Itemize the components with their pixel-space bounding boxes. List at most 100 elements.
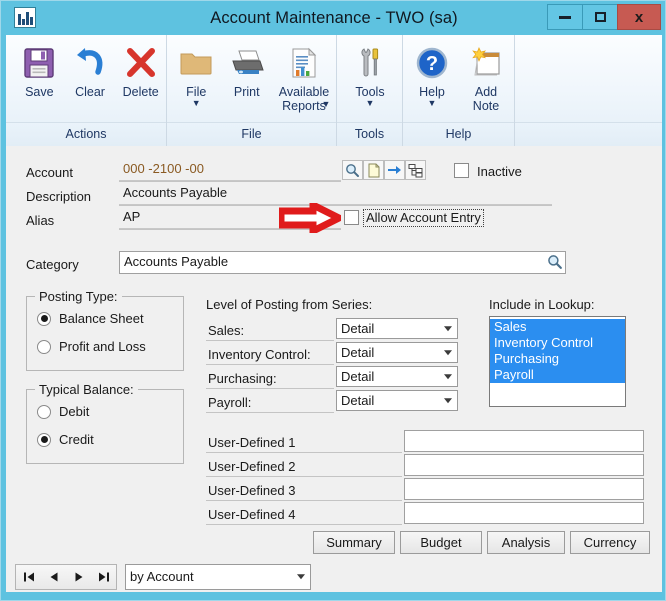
user-defined-4-input[interactable] [404, 502, 644, 524]
purchasing-label: Purchasing: [208, 371, 277, 386]
summary-button-label: Summary [326, 535, 382, 550]
currency-button[interactable]: Currency [570, 531, 650, 554]
typical-balance-option-credit[interactable]: Credit [37, 432, 94, 447]
available-reports-button[interactable]: Available Reports ▼ [272, 40, 336, 118]
note-window-star-icon [469, 42, 503, 84]
sales-label: Sales: [208, 323, 245, 338]
description-label: Description [26, 189, 92, 204]
ribbon-group-label-file: File [167, 122, 336, 146]
sort-by-value: by Account [130, 569, 194, 584]
clear-button[interactable]: Clear [65, 40, 116, 118]
nav-previous-record-icon[interactable] [43, 566, 65, 588]
alias-input[interactable]: AP [119, 207, 341, 229]
budget-button[interactable]: Budget [400, 531, 482, 554]
payroll-posting-level-select[interactable]: Detail [336, 390, 458, 411]
allow-account-entry-label: Allow Account Entry [363, 209, 484, 227]
user-defined-3-input[interactable] [404, 478, 644, 500]
printer-icon [228, 42, 266, 84]
posting-type-option-profit-and-loss[interactable]: Profit and Loss [37, 339, 146, 354]
posting-type-legend: Posting Type: [35, 289, 122, 304]
radio-debit[interactable] [37, 404, 51, 419]
folder-file-icon [178, 42, 214, 84]
include-in-lookup-title: Include in Lookup: [489, 297, 595, 312]
ribbon-group-label-tools: Tools [337, 122, 402, 146]
file-menu-button[interactable]: File ▼ [171, 40, 222, 118]
typical-balance-legend: Typical Balance: [35, 382, 138, 397]
ribbon-group-label-empty [515, 122, 662, 146]
posting-type-group: Posting Type: Balance Sheet Profit and L… [26, 289, 184, 371]
allow-account-entry-checkbox[interactable] [344, 210, 359, 225]
add-note-label: Add Note [472, 85, 500, 113]
nav-last-record-icon[interactable] [93, 566, 115, 588]
red-x-delete-icon [123, 42, 159, 84]
form-body: Account 000 -2100 -00 Inactive Descripti… [6, 146, 662, 594]
category-lookup-magnifier-icon[interactable] [547, 254, 563, 275]
radio-credit-label: Credit [59, 432, 94, 447]
blue-question-mark-help-icon: ? [415, 42, 449, 84]
currency-button-label: Currency [583, 535, 637, 550]
ribbon-group-help: ? Help ▼ Add Note Help [402, 35, 514, 146]
tools-menu-button[interactable]: Tools ▼ [343, 40, 397, 118]
ribbon-group-file: File ▼ Print Available Reports ▼ File [166, 35, 336, 146]
lookup-magnifier-icon[interactable] [342, 160, 363, 180]
account-input[interactable]: 000 -2100 -00 [119, 159, 341, 181]
minimize-button[interactable] [547, 4, 583, 30]
sales-posting-level-select[interactable]: Detail [336, 318, 458, 339]
analysis-button-label: Analysis [501, 535, 551, 550]
maximize-icon [594, 12, 606, 22]
clear-label: Clear [75, 85, 105, 99]
description-input[interactable]: Accounts Payable [119, 183, 552, 205]
category-input[interactable]: Accounts Payable [119, 251, 566, 274]
user-defined-1-input[interactable] [404, 430, 644, 452]
chevron-down-icon [444, 373, 452, 379]
radio-credit[interactable] [37, 432, 51, 447]
add-note-button[interactable]: Add Note [459, 40, 513, 118]
list-item[interactable]: Payroll [490, 367, 625, 383]
posting-type-option-balance-sheet[interactable]: Balance Sheet [37, 311, 144, 326]
alias-underline [119, 229, 341, 230]
chevron-down-icon [444, 349, 452, 355]
close-button[interactable]: x [617, 4, 661, 30]
user-defined-2-label: User-Defined 2 [208, 459, 296, 474]
user-defined-2-divider [206, 476, 402, 477]
nav-first-record-icon[interactable] [18, 566, 40, 588]
print-label: Print [233, 85, 260, 99]
user-defined-3-divider [206, 500, 402, 501]
list-item[interactable]: Purchasing [490, 351, 625, 367]
radio-profit-and-loss[interactable] [37, 339, 51, 354]
typical-balance-option-debit[interactable]: Debit [37, 404, 89, 419]
sort-by-select[interactable]: by Account [125, 564, 311, 590]
list-item[interactable]: Inventory Control [490, 335, 625, 351]
inactive-checkbox[interactable] [454, 163, 469, 178]
user-defined-2-input[interactable] [404, 454, 644, 476]
include-in-lookup-listbox[interactable]: Sales Inventory Control Purchasing Payro… [489, 316, 626, 407]
delete-button[interactable]: Delete [115, 40, 166, 118]
print-button[interactable]: Print [222, 40, 273, 118]
chevron-down-icon [444, 325, 452, 331]
inventory-control-posting-level-select[interactable]: Detail [336, 342, 458, 363]
purchasing-posting-level-select[interactable]: Detail [336, 366, 458, 387]
goto-blue-arrow-icon[interactable] [384, 160, 405, 180]
typical-balance-group: Typical Balance: Debit Credit [26, 382, 184, 464]
ribbon-toolbar: Save Clear Delete Actions File ▼ Print A… [6, 35, 662, 146]
save-button[interactable]: Save [14, 40, 65, 118]
radio-balance-sheet-label: Balance Sheet [59, 311, 144, 326]
analysis-button[interactable]: Analysis [487, 531, 565, 554]
user-defined-4-label: User-Defined 4 [208, 507, 296, 522]
svg-text:?: ? [426, 53, 438, 75]
account-maintenance-window: Account Maintenance - TWO (sa) x Save Cl… [0, 0, 666, 601]
report-document-chart-icon [289, 42, 319, 84]
note-page-icon[interactable] [363, 160, 384, 180]
chevron-down-icon: ▼ [321, 99, 331, 109]
user-defined-1-divider [206, 452, 402, 453]
purchasing-posting-level-value: Detail [341, 369, 375, 384]
maximize-button[interactable] [582, 4, 618, 30]
window-bottom-border [1, 592, 665, 600]
hierarchy-tree-icon[interactable] [405, 160, 426, 180]
summary-button[interactable]: Summary [313, 531, 395, 554]
help-button[interactable]: ? Help ▼ [405, 40, 459, 118]
radio-profit-and-loss-label: Profit and Loss [59, 339, 146, 354]
radio-balance-sheet[interactable] [37, 311, 51, 326]
list-item[interactable]: Sales [490, 319, 625, 335]
nav-next-record-icon[interactable] [68, 566, 90, 588]
